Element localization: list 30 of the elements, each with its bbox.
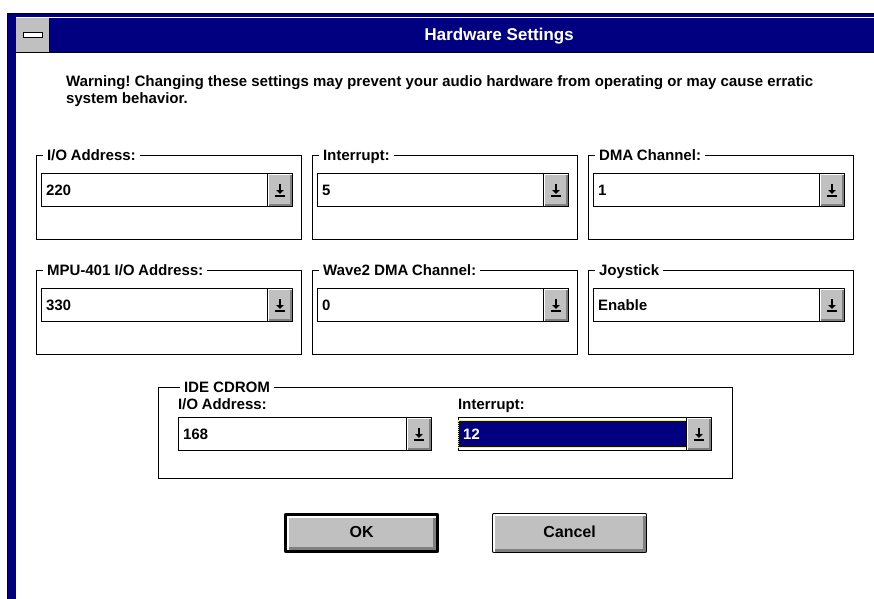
- warning-text: Warning! Changing these settings may prevent your audio hardware from operating or may cause erratic system behavior.: [66, 73, 814, 107]
- field-value: 168: [182, 424, 210, 444]
- group-label: IDE CDROM: [183, 379, 271, 396]
- dropdown-field[interactable]: 330: [41, 288, 293, 322]
- dropdown-field[interactable]: 220: [41, 173, 293, 207]
- field-value: 5: [321, 180, 332, 200]
- dropdown-field[interactable]: 1: [593, 173, 845, 207]
- group-label: MPU-401 I/O Address:: [46, 262, 204, 279]
- field-label: I/O Address:: [178, 396, 268, 413]
- field-value: 12: [459, 421, 686, 447]
- field-value: 0: [321, 296, 332, 316]
- field-value: 220: [45, 180, 72, 200]
- dialog-button[interactable]: Cancel: [492, 513, 647, 553]
- dropdown-field[interactable]: 5: [317, 173, 569, 207]
- dialog-button[interactable]: OK: [284, 513, 439, 553]
- field-value: Enable: [597, 296, 648, 316]
- dropdown-field[interactable]: Enable: [593, 288, 845, 322]
- dropdown-field[interactable]: 168: [178, 417, 432, 451]
- dropdown-field[interactable]: 12: [458, 417, 712, 451]
- system-menu-button[interactable]: [16, 18, 50, 52]
- group-label: Wave2 DMA Channel:: [322, 262, 478, 279]
- window-title: Hardware Settings: [423, 25, 575, 45]
- group-label: DMA Channel:: [598, 147, 702, 164]
- group-label: Joystick: [598, 262, 660, 279]
- field-value: 1: [597, 180, 608, 200]
- group-label: Interrupt:: [322, 147, 391, 164]
- field-label: Interrupt:: [458, 396, 526, 413]
- group-label: I/O Address:: [46, 147, 137, 164]
- dropdown-field[interactable]: 0: [317, 288, 569, 322]
- field-value: 330: [45, 296, 72, 316]
